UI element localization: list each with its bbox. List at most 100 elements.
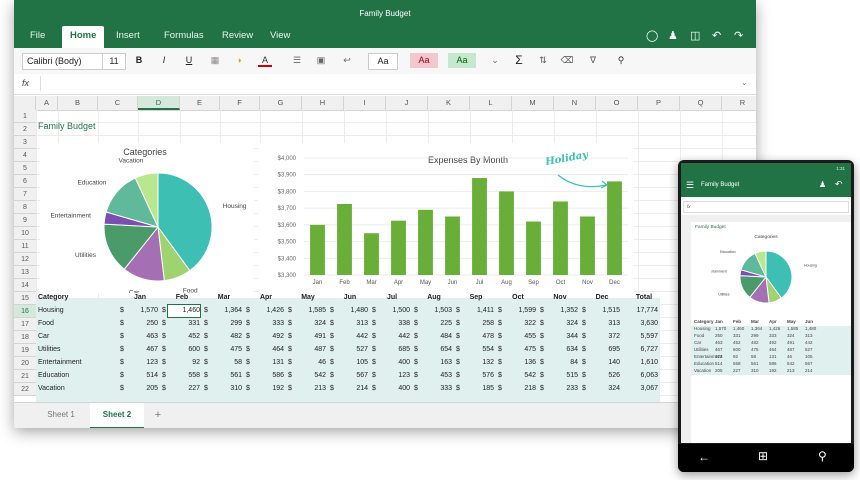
category-cell[interactable]: Car: [38, 331, 108, 343]
phone-value-cell[interactable]: 1,585: [787, 326, 798, 331]
value-cell[interactable]: 561: [210, 370, 242, 382]
phone-undo-icon[interactable]: ↶: [835, 179, 843, 190]
phone-value-cell[interactable]: 227: [733, 368, 741, 373]
phone-value-cell[interactable]: 250: [715, 333, 723, 338]
value-cell[interactable]: 487: [294, 344, 326, 356]
value-cell[interactable]: 324: [588, 383, 620, 395]
phone-value-cell[interactable]: 561: [751, 361, 759, 366]
value-cell[interactable]: 58: [210, 357, 242, 369]
phone-value-cell[interactable]: 299: [751, 333, 759, 338]
value-cell[interactable]: 475: [210, 344, 242, 356]
value-cell[interactable]: 542: [504, 370, 536, 382]
phone-value-cell[interactable]: 1,426: [769, 326, 780, 331]
value-cell[interactable]: 192: [252, 383, 284, 395]
value-cell[interactable]: 576: [462, 370, 494, 382]
value-cell[interactable]: 542: [294, 370, 326, 382]
total-cell[interactable]: 3,067: [624, 383, 658, 395]
category-cell[interactable]: Education: [38, 370, 108, 382]
value-cell[interactable]: 132: [462, 357, 494, 369]
value-cell[interactable]: 442: [378, 331, 410, 343]
value-cell[interactable]: 92: [168, 357, 200, 369]
phone-value-cell[interactable]: 92: [733, 354, 738, 359]
total-cell[interactable]: 17,774: [624, 305, 658, 317]
windows-start-icon[interactable]: ⊞: [758, 449, 768, 463]
value-cell[interactable]: 467: [126, 344, 158, 356]
value-cell[interactable]: 1,500: [378, 305, 410, 317]
value-cell[interactable]: 313: [588, 318, 620, 330]
value-cell[interactable]: 400: [378, 383, 410, 395]
value-cell[interactable]: 344: [546, 331, 578, 343]
value-cell[interactable]: 1,480: [336, 305, 368, 317]
phone-value-cell[interactable]: 205: [715, 368, 723, 373]
total-cell[interactable]: 5,597: [624, 331, 658, 343]
phone-value-cell[interactable]: 491: [787, 340, 795, 345]
value-cell[interactable]: 400: [378, 357, 410, 369]
phone-value-cell[interactable]: 442: [805, 340, 813, 345]
value-cell[interactable]: 567: [336, 370, 368, 382]
phone-value-cell[interactable]: 1,460: [733, 326, 744, 331]
phone-value-cell[interactable]: 105: [805, 354, 813, 359]
add-sheet-button[interactable]: +: [148, 403, 168, 427]
value-cell[interactable]: 1,503: [420, 305, 452, 317]
value-cell[interactable]: 310: [210, 383, 242, 395]
phone-value-cell[interactable]: 492: [769, 340, 777, 345]
value-cell[interactable]: 225: [420, 318, 452, 330]
value-cell[interactable]: 313: [336, 318, 368, 330]
value-cell[interactable]: 338: [378, 318, 410, 330]
value-cell[interactable]: 372: [588, 331, 620, 343]
phone-value-cell[interactable]: 213: [787, 368, 795, 373]
value-cell[interactable]: 1,585: [294, 305, 326, 317]
value-cell[interactable]: 600: [168, 344, 200, 356]
total-cell[interactable]: 1,610: [624, 357, 658, 369]
phone-value-cell[interactable]: 600: [733, 347, 741, 352]
value-cell[interactable]: 464: [252, 344, 284, 356]
value-cell[interactable]: 233: [546, 383, 578, 395]
value-cell[interactable]: 478: [462, 331, 494, 343]
value-cell[interactable]: 484: [420, 331, 452, 343]
phone-value-cell[interactable]: 514: [715, 361, 723, 366]
category-cell[interactable]: Vacation: [38, 383, 108, 395]
phone-value-cell[interactable]: 1,480: [805, 326, 816, 331]
value-cell[interactable]: 455: [504, 331, 536, 343]
phone-value-cell[interactable]: 331: [733, 333, 741, 338]
category-cell[interactable]: Entertainment: [38, 357, 108, 369]
value-cell[interactable]: 1,570: [126, 305, 158, 317]
search-icon[interactable]: ⚲: [818, 449, 827, 463]
value-cell[interactable]: 1,352: [546, 305, 578, 317]
total-cell[interactable]: 6,063: [624, 370, 658, 382]
phone-value-cell[interactable]: 558: [733, 361, 741, 366]
phone-value-cell[interactable]: 214: [805, 368, 813, 373]
value-cell[interactable]: 586: [252, 370, 284, 382]
value-cell[interactable]: 299: [210, 318, 242, 330]
phone-value-cell[interactable]: 1,364: [751, 326, 762, 331]
value-cell[interactable]: 527: [336, 344, 368, 356]
phone-value-cell[interactable]: 324: [787, 333, 795, 338]
value-cell[interactable]: 482: [210, 331, 242, 343]
phone-value-cell[interactable]: 464: [769, 347, 777, 352]
value-cell[interactable]: 515: [546, 370, 578, 382]
value-cell[interactable]: 492: [252, 331, 284, 343]
phone-value-cell[interactable]: 482: [751, 340, 759, 345]
value-cell[interactable]: 558: [168, 370, 200, 382]
value-cell[interactable]: 214: [336, 383, 368, 395]
value-cell[interactable]: 218: [504, 383, 536, 395]
sheet-tab-2[interactable]: Sheet 2: [90, 403, 144, 428]
phone-value-cell[interactable]: 58: [751, 354, 756, 359]
phone-value-cell[interactable]: 475: [751, 347, 759, 352]
phone-share-icon[interactable]: ♟: [819, 180, 826, 189]
phone-category-cell[interactable]: Utilities: [694, 347, 709, 352]
phone-value-cell[interactable]: 542: [787, 361, 795, 366]
phone-value-cell[interactable]: 313: [805, 333, 813, 338]
value-cell[interactable]: 452: [168, 331, 200, 343]
value-cell[interactable]: 1,515: [588, 305, 620, 317]
value-cell[interactable]: 554: [462, 344, 494, 356]
value-cell[interactable]: 131: [252, 357, 284, 369]
phone-value-cell[interactable]: 1,570: [715, 326, 726, 331]
value-cell[interactable]: 205: [126, 383, 158, 395]
phone-value-cell[interactable]: 123: [715, 354, 723, 359]
value-cell[interactable]: 1,599: [504, 305, 536, 317]
phone-value-cell[interactable]: 452: [733, 340, 741, 345]
value-cell[interactable]: 84: [546, 357, 578, 369]
value-cell[interactable]: 322: [504, 318, 536, 330]
value-cell[interactable]: 1,411: [462, 305, 494, 317]
